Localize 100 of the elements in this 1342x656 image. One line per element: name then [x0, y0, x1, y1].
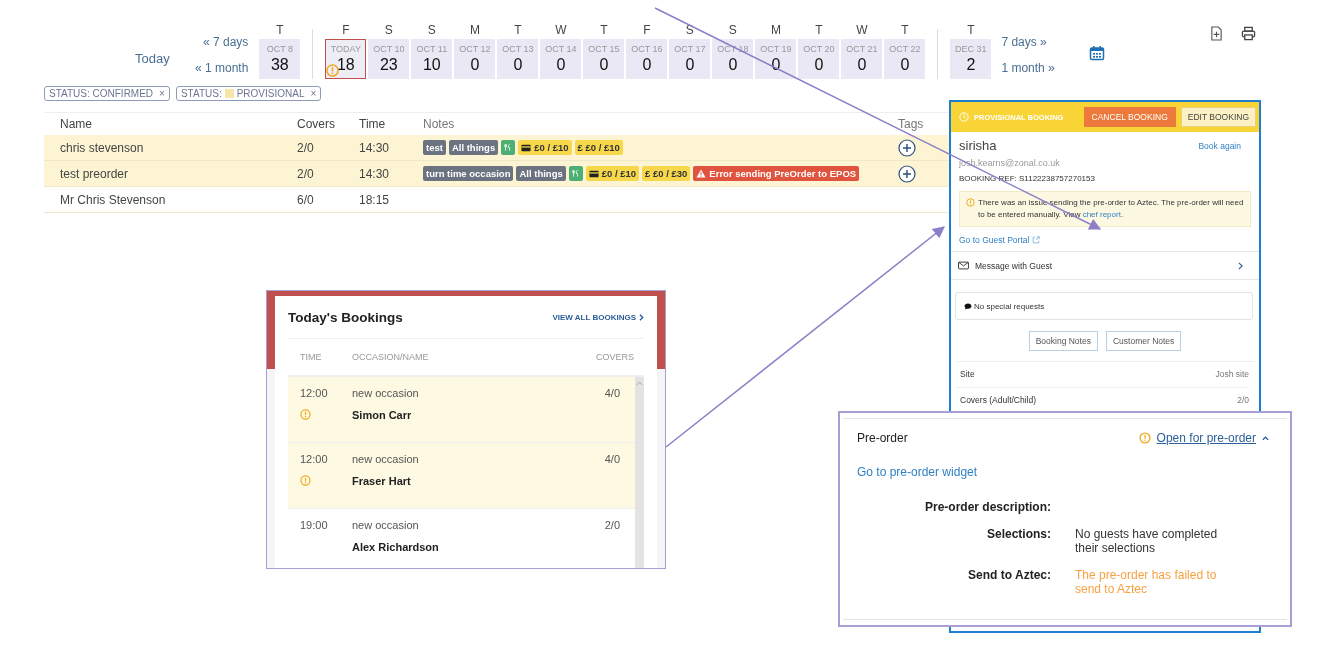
filter-chip[interactable]: STATUS: CONFIRMED × — [44, 86, 170, 101]
guest-portal-link[interactable]: Go to Guest Portal — [959, 235, 1030, 245]
note-tag: test — [423, 140, 446, 155]
add-tag-button[interactable] — [898, 138, 916, 157]
occasion-text: new occasion — [352, 519, 420, 531]
booking-row[interactable]: Mr Chris Stevenson 6/0 18:15 — [44, 187, 950, 213]
add-tag-button[interactable] — [898, 164, 916, 183]
weekday-label: W — [555, 23, 567, 37]
error-text: The pre-order has failed to send to Aztec — [1075, 568, 1218, 596]
weekday-label: T — [967, 23, 975, 37]
warning-icon — [326, 64, 340, 77]
booking-row[interactable]: chris stevenson 2/0 14:30 test All things £0 / £10 £ £0 / £10 — [44, 135, 950, 161]
table-cell-text: 18:15 — [359, 192, 391, 207]
day-cell[interactable]: OCT 11 10 — [411, 39, 453, 79]
detail-value: Josh site — [1215, 369, 1249, 379]
column-header: OCCASION/NAME — [352, 352, 430, 362]
today-link[interactable]: Today — [135, 50, 195, 66]
section-title: Pre-order — [857, 431, 909, 445]
day-cell[interactable]: OCT 17 0 — [669, 39, 711, 79]
column-header: Covers — [297, 117, 336, 131]
day-cell[interactable]: OCT 16 0 — [626, 39, 668, 79]
weekday-label: S — [427, 23, 436, 37]
covers-text: 4/0 — [603, 453, 620, 467]
weekday-label: T — [514, 23, 522, 37]
day-cell[interactable]: OCT 10 23 — [368, 39, 410, 79]
view-all-link[interactable]: VIEW ALL BOOKINGS — [552, 312, 636, 322]
note-tag: All things — [448, 140, 499, 155]
previous-link[interactable]: « 7 days — [203, 35, 249, 49]
add-file-icon[interactable] — [1209, 26, 1223, 41]
weekday-label: T — [600, 23, 608, 37]
clock-icon — [959, 112, 969, 122]
special-requests-box: No special requests — [955, 292, 1253, 320]
booking-row[interactable]: 12:00 new occasion Fraser Hart 4/0 — [288, 443, 635, 509]
calendar-icon[interactable] — [1088, 45, 1105, 61]
day-cell[interactable]: OCT 22 0 — [884, 39, 926, 79]
day-cell[interactable]: OCT 12 0 — [454, 39, 496, 79]
note-tag: £0 / £10 — [585, 166, 640, 181]
chevron-up-icon[interactable] — [1262, 435, 1269, 441]
day-cell[interactable]: OCT 20 0 — [798, 39, 840, 79]
column-header: Notes — [423, 117, 456, 131]
notes-button[interactable]: Customer Notes — [1105, 331, 1182, 351]
day-cell[interactable]: OCT 8 38 — [259, 39, 301, 79]
table-cell-text: 14:30 — [359, 166, 391, 181]
covers-text: 4/0 — [603, 387, 620, 401]
print-icon[interactable] — [1240, 26, 1256, 41]
detail-label: Site — [960, 369, 975, 379]
day-cell[interactable]: OCT 18 0 — [712, 39, 754, 79]
time-text: 12:00 — [300, 453, 329, 465]
booking-reference: BOOKING REF: S1122238757270153 — [959, 174, 1096, 183]
scrollbar[interactable] — [635, 377, 644, 568]
pre-order-widget-link[interactable]: Go to pre-order widget — [857, 465, 1269, 479]
notes-button[interactable]: Booking Notes — [1028, 331, 1098, 351]
chef-report-link[interactable]: chef report — [1082, 210, 1121, 219]
pre-order-status-link[interactable]: Open for pre-order — [1156, 431, 1256, 445]
detail-value: 2/0 — [1237, 395, 1249, 405]
booking-row[interactable]: test preorder 2/0 14:30 turn time occasion All things £0 / £10 £ £0 / £30 Error sending PreOrder to EPOS — [44, 161, 950, 187]
occasion-text: new occasion — [352, 453, 420, 465]
table-cell-text: 14:30 — [359, 140, 391, 155]
message-guest-row[interactable]: Message with Guest — [951, 252, 1259, 280]
edit-booking-button[interactable]: EDIT BOOKING — [1180, 107, 1256, 127]
column-header: COVERS — [595, 352, 634, 362]
guest-name: Fraser Hart — [352, 475, 412, 487]
guest-name: sirisha — [959, 138, 997, 153]
column-header: Time — [359, 117, 387, 131]
day-cell[interactable]: TODAY 18 — [325, 39, 367, 79]
warning-icon — [696, 169, 707, 178]
note-tag: turn time occasion — [423, 166, 514, 181]
next-link[interactable]: 7 days » — [1001, 35, 1047, 49]
day-cell[interactable]: OCT 21 0 — [841, 39, 883, 79]
column-header: Name — [59, 117, 93, 131]
speech-bubble-icon — [964, 302, 972, 310]
covers-text: 2/0 — [603, 519, 620, 533]
external-link-icon — [1032, 236, 1041, 244]
day-cell[interactable]: OCT 14 0 — [540, 39, 582, 79]
booking-row[interactable]: 12:00 new occasion Simon Carr 4/0 — [288, 377, 635, 443]
book-again-link[interactable]: Book again — [1198, 140, 1241, 151]
day-cell[interactable]: OCT 15 0 — [583, 39, 625, 79]
cutlery-icon — [501, 140, 516, 155]
warning-icon — [1138, 432, 1151, 444]
weekday-label: F — [342, 23, 350, 37]
table-cell-text: test preorder — [59, 166, 130, 181]
next-link[interactable]: 1 month » — [1001, 61, 1055, 75]
previous-link[interactable]: « 1 month — [195, 61, 249, 75]
card-icon — [521, 143, 532, 152]
day-cell[interactable]: OCT 13 0 — [497, 39, 539, 79]
warning-icon — [966, 198, 975, 207]
time-text: 19:00 — [300, 519, 329, 531]
filter-chip[interactable]: STATUS: PROVISIONAL × — [175, 86, 322, 101]
weekday-label: F — [643, 23, 651, 37]
day-cell[interactable]: DEC 31 2 — [950, 39, 992, 79]
column-header: TIME — [299, 352, 323, 362]
warning-icon — [300, 475, 311, 486]
weekday-label: M — [770, 23, 781, 37]
note-tag: £ £0 / £30 — [642, 166, 691, 181]
table-cell-text: 2/0 — [297, 166, 315, 181]
day-cell[interactable]: OCT 19 0 — [755, 39, 797, 79]
note-tag: Error sending PreOrder to EPOS — [693, 166, 860, 181]
column-header: Tags — [898, 117, 925, 131]
cutlery-icon — [568, 166, 583, 181]
field-value: No guests have completed their selections — [1075, 527, 1219, 555]
